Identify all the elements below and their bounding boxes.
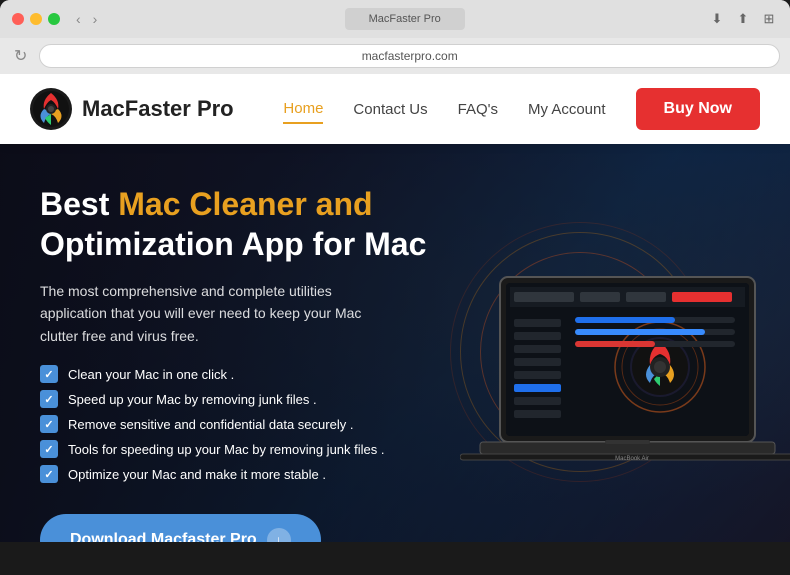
address-bar-row: ↻ macfasterpro.com [0, 38, 790, 74]
website: MacFaster Pro Home Contact Us FAQ's My A… [0, 74, 790, 542]
download-icon[interactable]: ⬇ [708, 10, 726, 28]
new-tab-icon[interactable]: ⊞ [760, 10, 778, 28]
nav-links: Home Contact Us FAQ's My Account [283, 95, 605, 124]
laptop-mockup: MacBook Air [460, 257, 790, 542]
svg-text:MacBook Air: MacBook Air [615, 456, 649, 462]
address-bar[interactable]: macfasterpro.com [39, 44, 780, 68]
logo-text: MacFaster Pro [82, 96, 234, 122]
titlebar: ‹ › MacFaster Pro ⬇ ⬆ ⊞ [0, 0, 790, 38]
buy-now-button[interactable]: Buy Now [636, 88, 760, 130]
nav-contact[interactable]: Contact Us [353, 96, 427, 123]
minimize-button[interactable] [30, 13, 42, 25]
back-button[interactable]: ‹ [72, 9, 85, 29]
traffic-lights [12, 13, 60, 25]
hero-title: Best Mac Cleaner and Optimization App fo… [40, 184, 460, 264]
browser-chrome: ‹ › MacFaster Pro ⬇ ⬆ ⊞ ↻ macfasterpro.c… [0, 0, 790, 74]
check-icon-1 [40, 365, 58, 383]
share-icon[interactable]: ⬆ [734, 10, 752, 28]
reload-button[interactable]: ↻ [10, 44, 31, 68]
forward-button[interactable]: › [89, 9, 102, 29]
check-icon-5 [40, 465, 58, 483]
download-button[interactable]: Download Macfaster Pro ↓ [40, 514, 321, 542]
logo-area: MacFaster Pro [30, 88, 234, 130]
check-icon-3 [40, 415, 58, 433]
check-icon-2 [40, 390, 58, 408]
maximize-button[interactable] [48, 13, 60, 25]
logo-icon [30, 88, 72, 130]
close-button[interactable] [12, 13, 24, 25]
hero-description: The most comprehensive and complete util… [40, 280, 400, 347]
nav-faqs[interactable]: FAQ's [458, 96, 498, 123]
navbar: MacFaster Pro Home Contact Us FAQ's My A… [0, 74, 790, 144]
tab-title: MacFaster Pro [369, 13, 441, 25]
check-icon-4 [40, 440, 58, 458]
download-arrow-icon: ↓ [267, 528, 291, 542]
nav-myaccount[interactable]: My Account [528, 96, 606, 123]
laptop-svg: MacBook Air [460, 257, 790, 537]
nav-buttons: ‹ › [72, 9, 101, 29]
nav-home[interactable]: Home [283, 95, 323, 124]
